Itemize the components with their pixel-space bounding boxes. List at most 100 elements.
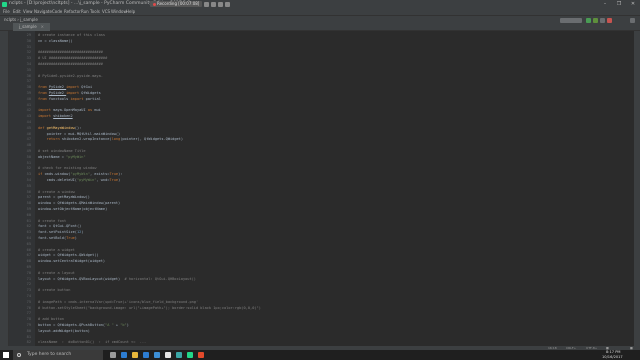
tray-date[interactable]: 10/16/2017 — [602, 355, 623, 360]
menu-vcs[interactable]: VCS — [102, 8, 110, 15]
code-token: button = QtWidgets.QPushButton( — [38, 323, 106, 327]
code-line[interactable]: window.setObjectName(objectName) — [38, 207, 107, 212]
code-line[interactable]: # button.setStyleSheet("background-image… — [38, 306, 261, 311]
recording-indicator[interactable]: Recording [00:07:08] — [150, 1, 203, 7]
stop-icon[interactable] — [607, 17, 612, 23]
line-number: 70 — [26, 270, 31, 275]
run-config-icon[interactable] — [560, 17, 582, 23]
search-icon[interactable] — [630, 17, 635, 23]
menu-run[interactable]: Run — [81, 8, 89, 15]
code-line[interactable]: from PySide2 import QtGui — [38, 85, 92, 90]
line-number: 31 — [26, 44, 31, 49]
task-view-icon[interactable] — [110, 352, 116, 358]
line-number: 53 — [26, 172, 31, 177]
breadcrumb[interactable]: nclpts › j_sample — [4, 16, 38, 23]
code-line[interactable]: from functools import partial — [38, 97, 101, 102]
close-tab-icon[interactable]: × — [41, 24, 44, 29]
code-line[interactable]: # PySide6-pyside2-pyside-maya- — [38, 74, 103, 79]
code-token: # create font — [38, 218, 67, 223]
code-line[interactable]: # create a widget — [38, 248, 75, 253]
code-line[interactable]: return shiboken2.wrapInstance(long(point… — [38, 137, 183, 142]
mail-icon[interactable] — [154, 352, 160, 358]
menu-window[interactable]: Window — [111, 8, 127, 15]
code-line[interactable]: pointer = mui.MQtUtil.mainWindow() — [38, 132, 121, 137]
code-token: maya.OpenMayaUI — [53, 108, 88, 113]
code-line[interactable]: ############################## — [38, 50, 103, 55]
code-line[interactable]: # check for existing window — [38, 166, 96, 171]
explorer-icon[interactable] — [132, 352, 138, 358]
code-line[interactable]: parent = getMayaWindow() — [38, 195, 90, 200]
code-line[interactable]: def getMayaWindow(): — [38, 126, 81, 131]
code-line[interactable]: # create font — [38, 219, 66, 224]
menu-file[interactable]: File — [3, 8, 10, 15]
pause-icon[interactable] — [204, 1, 209, 7]
maya-icon[interactable] — [176, 352, 182, 358]
code-line[interactable]: # add button — [38, 317, 64, 322]
code-line[interactable]: layout = QtWidgets.QVBoxLayout(widget) #… — [38, 277, 196, 282]
debug-icon[interactable] — [593, 17, 598, 23]
code-line[interactable]: # UI ########################### — [38, 56, 107, 61]
code-line[interactable]: button = QtWidgets.QPushButton("A " + "b… — [38, 323, 129, 328]
line-number: 77 — [26, 311, 31, 316]
line-number: 63 — [26, 230, 31, 235]
menu-tools[interactable]: Tools — [90, 8, 100, 15]
line-number: 55 — [26, 183, 31, 188]
code-line[interactable]: cmds.deleteUI("pyMyWin", wnd=True) — [38, 178, 121, 183]
code-token: , wnd= — [96, 178, 110, 182]
code-line[interactable]: from PySide2 import QtWidgets — [38, 91, 101, 96]
menu-view[interactable]: View — [23, 8, 33, 15]
menu-refactor[interactable]: Refactor — [64, 8, 81, 15]
code-line[interactable]: import shiboken2 — [38, 114, 73, 119]
unreal-icon[interactable] — [165, 352, 171, 358]
code-editor[interactable]: # create instance of this class cn = clas… — [35, 31, 634, 346]
stop-icon[interactable] — [211, 1, 216, 7]
tab-j-sample[interactable]: j_sample × — [13, 23, 51, 31]
code-line[interactable]: font.setPointSize(12) — [38, 230, 83, 235]
code-token: font.setBold( — [38, 236, 67, 240]
menu-code[interactable]: Code — [52, 8, 62, 15]
code-token: import — [70, 96, 86, 101]
edge-icon[interactable] — [121, 352, 127, 358]
code-line[interactable]: # create a layout — [38, 271, 75, 276]
code-line[interactable]: font = QtGui.QFont() — [38, 224, 81, 229]
coverage-icon[interactable] — [600, 17, 605, 23]
code-line[interactable]: # imagePath = cmds.internalVar(upd=True)… — [38, 300, 198, 305]
line-number: 67 — [26, 253, 31, 258]
code-line[interactable]: # create button — [38, 288, 70, 293]
code-line[interactable]: layout.addWidget(button) — [38, 329, 90, 334]
maximize-button[interactable]: ❐ — [612, 0, 626, 8]
code-line[interactable]: window.setCentralWidget(widget) — [38, 259, 105, 264]
code-line[interactable]: import maya.OpenMayaUI as mui — [38, 108, 101, 113]
code-line[interactable]: # set windowName Title — [38, 149, 86, 154]
pycharm-app-icon[interactable] — [2, 1, 7, 7]
taskbar-search[interactable]: Type here to search — [13, 350, 103, 360]
close-recording-icon[interactable] — [225, 1, 230, 7]
browser-icon[interactable] — [198, 352, 204, 358]
menu-help[interactable]: Help — [126, 8, 135, 15]
code-token: "pyMyWin" — [76, 178, 97, 182]
code-line[interactable]: window = QtWidgets.QMainWindow(parent) — [38, 201, 120, 206]
store-icon[interactable] — [143, 352, 149, 358]
run-icon[interactable] — [586, 17, 591, 23]
code-line[interactable]: # create instance of this class — [38, 33, 105, 38]
code-line[interactable]: ############################## — [38, 62, 103, 67]
code-line[interactable]: cn = className() — [38, 39, 73, 44]
menu-navigate[interactable]: Navigate — [34, 8, 52, 15]
code-line[interactable]: font.setBold(True) — [38, 236, 77, 241]
code-line[interactable]: objectName = "pyMyWin" — [38, 155, 86, 160]
code-line[interactable]: widget = QtWidgets.QWidget() — [38, 253, 99, 258]
code-line[interactable]: className › doButton01() › if cmdCount <… — [38, 340, 146, 345]
code-token: return — [38, 137, 62, 142]
windows-start-icon[interactable] — [3, 352, 9, 358]
close-button[interactable]: ✕ — [626, 0, 640, 8]
code-line[interactable]: # create a window — [38, 190, 75, 195]
pycharm-icon[interactable] — [187, 352, 193, 358]
menu-edit[interactable]: Edit — [13, 8, 21, 15]
minimize-button[interactable]: – — [598, 0, 612, 8]
code-token: # set windowName Title — [38, 149, 86, 153]
code-token: ): — [118, 172, 123, 177]
line-number: 54 — [26, 178, 31, 182]
code-line[interactable]: if cmds.window("pyMyWin", exists=True): — [38, 172, 122, 177]
camera-icon[interactable] — [218, 1, 223, 7]
line-number: 47 — [26, 137, 31, 142]
